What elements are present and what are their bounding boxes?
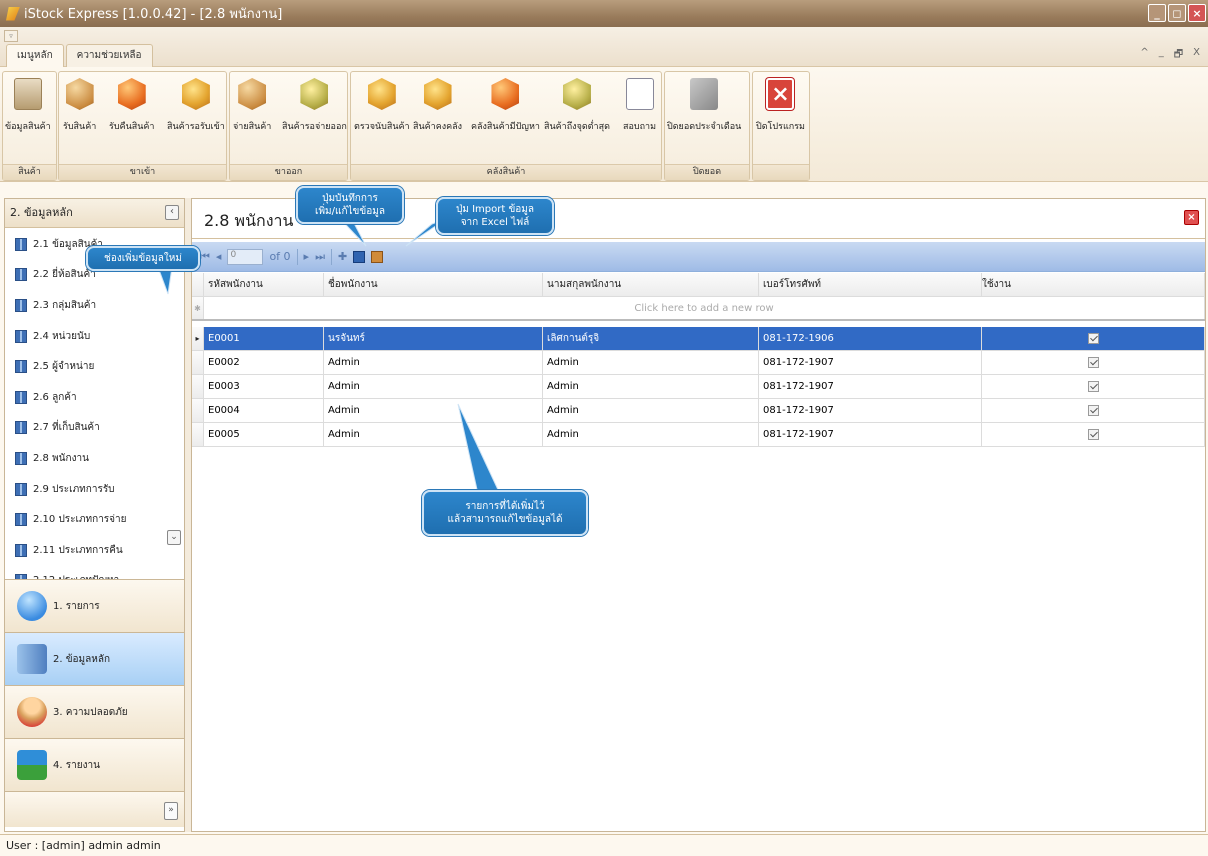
callout-save: ปุ่มบันทึกการ เพิ่ม/แก้ไขข้อมูล bbox=[296, 186, 404, 224]
callout-pointers bbox=[157, 207, 501, 495]
app-window: iStock Express [1.0.0.42] - [2.8 พนักงาน… bbox=[0, 0, 1208, 856]
callout-new-row: ช่องเพิ่มข้อมูลใหม่ bbox=[86, 246, 200, 271]
callout-import-text: ปุ่ม Import ข้อมูล จาก Excel ไฟล์ bbox=[455, 204, 535, 228]
callout-rows: รายการที่ได้เพิ่มไว้ แล้วสามารถแก้ไขข้อม… bbox=[422, 490, 588, 536]
callout-rows-text: รายการที่ได้เพิ่มไว้ แล้วสามารถแก้ไขข้อม… bbox=[447, 501, 563, 525]
callout-new-row-text: ช่องเพิ่มข้อมูลใหม่ bbox=[104, 253, 182, 264]
callout-import: ปุ่ม Import ข้อมูล จาก Excel ไฟล์ bbox=[436, 197, 554, 235]
callout-save-text: ปุ่มบันทึกการ เพิ่ม/แก้ไขข้อมูล bbox=[315, 193, 385, 217]
